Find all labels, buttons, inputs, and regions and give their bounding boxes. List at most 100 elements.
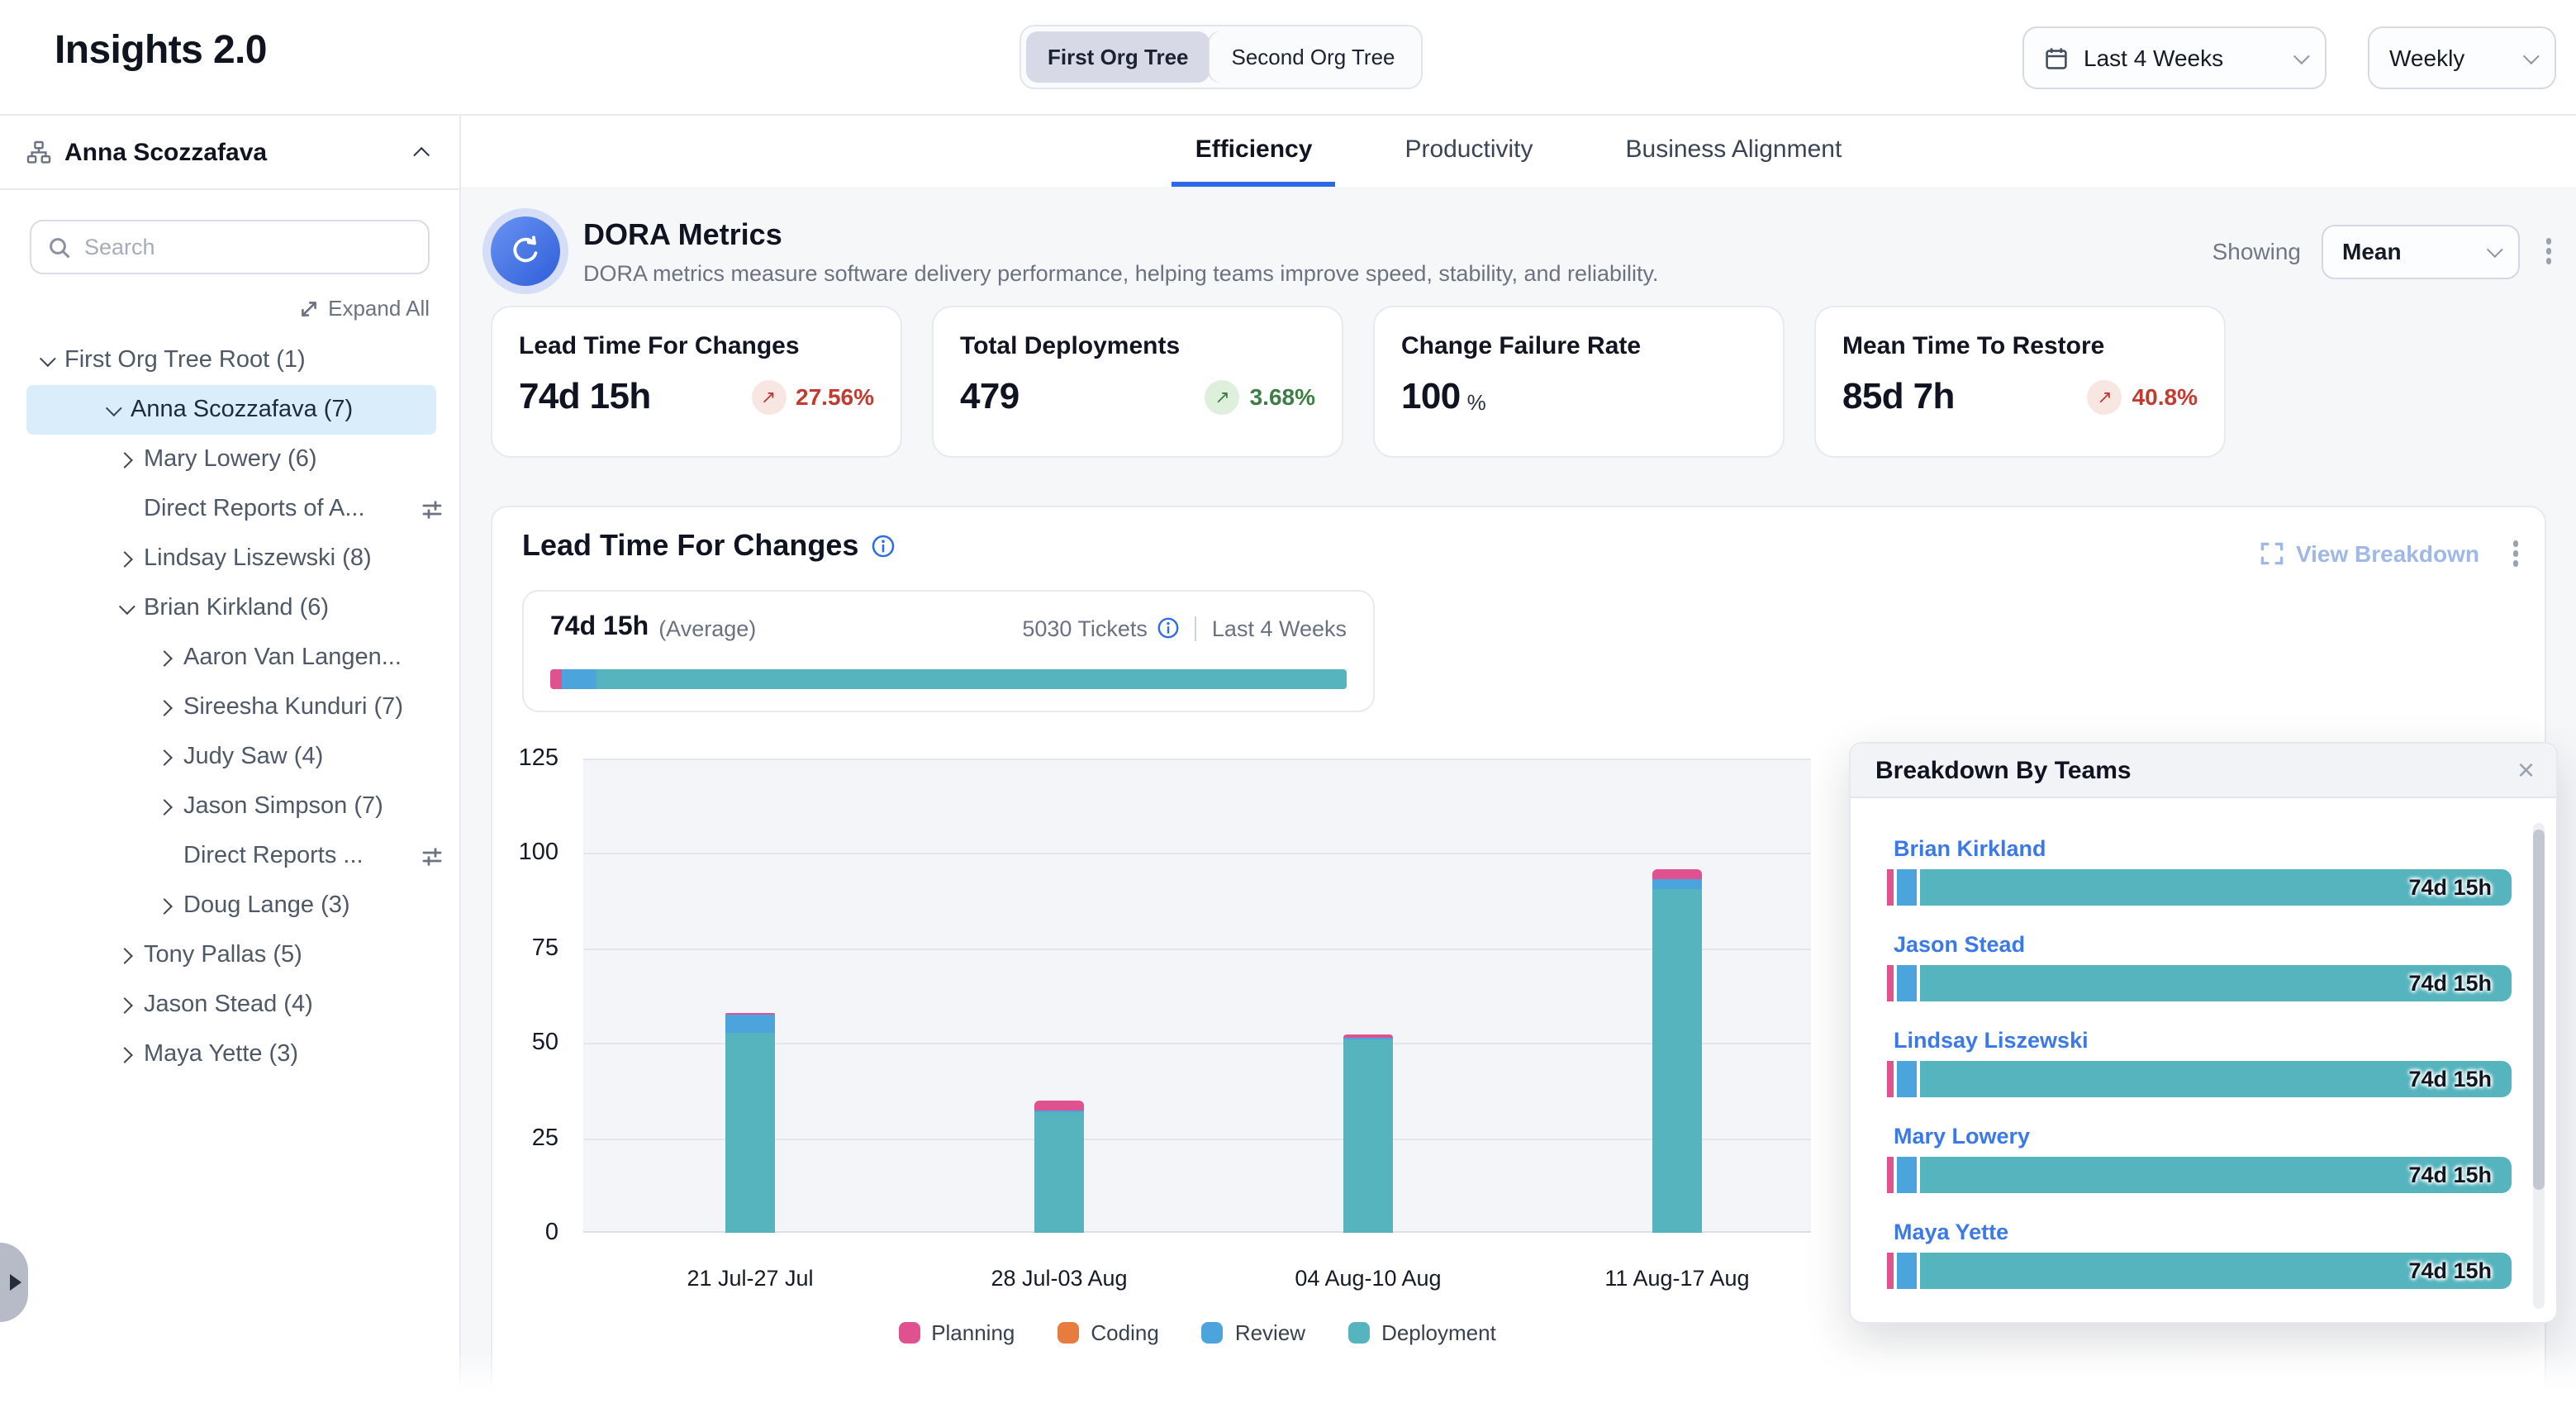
content-area: DORA Metrics DORA metrics measure softwa… xyxy=(461,187,2576,1403)
scrollbar-track[interactable] xyxy=(2533,823,2545,1309)
expand-all-button[interactable]: Expand All xyxy=(0,296,430,321)
tree-item[interactable]: Tony Pallas (5) xyxy=(0,930,459,980)
tree-item[interactable]: Aaron Van Langen... xyxy=(0,633,459,682)
section-description: DORA metrics measure software delivery p… xyxy=(583,260,1659,285)
chevron-right-icon[interactable] xyxy=(116,451,133,468)
gridline xyxy=(583,854,1811,855)
panel-menu-button[interactable] xyxy=(2506,534,2525,573)
metric-value-suffix: % xyxy=(1467,390,1486,418)
breakdown-team-row: Lindsay Liszewski 74d 15h xyxy=(1887,1026,2556,1097)
expand-all-label: Expand All xyxy=(328,296,430,321)
tree-item[interactable]: Sireesha Kunduri (7) xyxy=(0,682,459,732)
org-chart-icon xyxy=(26,140,51,164)
sidebar-user-name: Anna Scozzafava xyxy=(64,138,405,166)
chevron-right-icon[interactable] xyxy=(116,996,133,1013)
x-tick-label: 21 Jul-27 Jul xyxy=(618,1266,882,1291)
view-breakdown-button[interactable]: View Breakdown xyxy=(2261,540,2479,567)
average-period: Last 4 Weeks xyxy=(1212,616,1347,640)
tree-item[interactable]: Direct Reports of A... xyxy=(0,484,459,534)
tree-item-label: Jason Simpson (7) xyxy=(183,793,383,820)
tab-productivity[interactable]: Productivity xyxy=(1381,116,1556,187)
team-bar-segment-planning xyxy=(1887,965,1894,1001)
chevron-up-icon[interactable] xyxy=(413,146,430,163)
tree-item-label: Sireesha Kunduri (7) xyxy=(183,694,403,721)
chevron-down-icon[interactable] xyxy=(106,399,122,416)
tree-item-label: Anna Scozzafava (7) xyxy=(131,397,353,423)
scrollbar-thumb[interactable] xyxy=(2533,830,2545,1190)
tab-efficiency[interactable]: Efficiency xyxy=(1172,116,1336,187)
date-range-select[interactable]: Last 4 Weeks xyxy=(2022,26,2326,89)
tree-item[interactable]: Doug Lange (3) xyxy=(0,881,459,930)
tree-item[interactable]: First Org Tree Root (1) xyxy=(0,335,459,385)
legend-item-deployment[interactable]: Deployment xyxy=(1348,1320,1496,1345)
legend-item-coding[interactable]: Coding xyxy=(1057,1320,1158,1345)
granularity-select[interactable]: Weekly xyxy=(2368,26,2556,89)
team-name-link[interactable]: Mary Lowery xyxy=(1894,1124,2030,1149)
sliders-icon[interactable] xyxy=(421,845,443,867)
chart-y-axis: 0255075100125 xyxy=(492,759,572,1233)
info-icon[interactable] xyxy=(1157,616,1181,640)
chevron-right-icon[interactable] xyxy=(116,1046,133,1063)
tickets-count: 5030 Tickets xyxy=(1022,616,1148,640)
dora-header: DORA Metrics DORA metrics measure softwa… xyxy=(491,216,2546,286)
close-icon[interactable]: × xyxy=(2517,755,2535,785)
tree-item[interactable]: Jason Stead (4) xyxy=(0,980,459,1030)
org-tree-toggle-option[interactable]: First Org Tree xyxy=(1026,31,1210,83)
team-value: 74d 15h xyxy=(2408,1258,2492,1283)
team-name-link[interactable]: Lindsay Liszewski xyxy=(1894,1028,2089,1053)
y-tick-label: 0 xyxy=(492,1220,558,1246)
bar-segment-review xyxy=(725,1015,775,1033)
metric-value: 85d 7h xyxy=(1842,375,1955,418)
chevron-right-icon[interactable] xyxy=(156,798,173,815)
chart-x-axis: 21 Jul-27 Jul28 Jul-03 Aug04 Aug-10 Aug1… xyxy=(583,1266,1811,1292)
tree-item[interactable]: Judy Saw (4) xyxy=(0,732,459,782)
chevron-right-icon[interactable] xyxy=(156,649,173,666)
bar-segment-deployment xyxy=(1034,1112,1084,1233)
metric-delta: ↗ 40.8% xyxy=(2088,379,2198,414)
team-bar-segment-review xyxy=(1898,1253,1918,1289)
legend-swatch xyxy=(1348,1322,1370,1344)
y-tick-label: 125 xyxy=(492,745,558,772)
tree-item[interactable]: Lindsay Liszewski (8) xyxy=(0,534,459,583)
sidebar-user-header[interactable]: Anna Scozzafava xyxy=(0,116,459,190)
tab-business-alignment[interactable]: Business Alignment xyxy=(1603,116,1865,187)
org-tree: First Org Tree Root (1) Anna Scozzafava (… xyxy=(0,335,459,1079)
chevron-down-icon[interactable] xyxy=(119,597,135,614)
chevron-right-icon[interactable] xyxy=(156,897,173,914)
tree-item[interactable]: Anna Scozzafava (7) xyxy=(26,385,436,435)
metric-card-title: Total Deployments xyxy=(960,332,1315,360)
sliders-icon[interactable] xyxy=(421,498,443,520)
team-bar-segment-planning xyxy=(1887,1157,1894,1193)
org-tree-toggle-option[interactable]: Second Org Tree xyxy=(1210,31,1417,83)
app-title: Insights 2.0 xyxy=(55,28,267,74)
breakdown-team-list: Brian Kirkland 74d 15h Jason Stead 74d 1… xyxy=(1851,798,2556,1289)
search-input[interactable] xyxy=(84,235,411,259)
team-value: 74d 15h xyxy=(2408,1067,2492,1091)
y-tick-label: 75 xyxy=(492,935,558,962)
team-stacked-bar: 74d 15h xyxy=(1887,1253,2512,1289)
team-name-link[interactable]: Maya Yette xyxy=(1894,1220,2008,1244)
sidebar: Anna Scozzafava Expand All First Org Tre… xyxy=(0,116,461,1403)
team-stacked-bar: 74d 15h xyxy=(1887,965,2512,1001)
tree-item[interactable]: Maya Yette (3) xyxy=(0,1030,459,1079)
info-icon[interactable] xyxy=(870,534,895,559)
chevron-right-icon[interactable] xyxy=(156,699,173,716)
dora-menu-button[interactable] xyxy=(2539,232,2558,271)
legend-item-review[interactable]: Review xyxy=(1202,1320,1305,1345)
aggregation-select[interactable]: Mean xyxy=(2321,224,2519,278)
tree-item[interactable]: Jason Simpson (7) xyxy=(0,782,459,831)
team-name-link[interactable]: Brian Kirkland xyxy=(1894,836,2046,861)
tree-item-label: Brian Kirkland (6) xyxy=(144,595,329,621)
team-stacked-bar: 74d 15h xyxy=(1887,1061,2512,1097)
chevron-right-icon[interactable] xyxy=(156,749,173,765)
metric-delta-percent: 3.68% xyxy=(1250,383,1315,410)
chevron-right-icon[interactable] xyxy=(116,947,133,963)
tree-item[interactable]: Brian Kirkland (6) xyxy=(0,583,459,633)
chevron-down-icon[interactable] xyxy=(40,350,56,366)
chevron-right-icon[interactable] xyxy=(116,550,133,567)
legend-item-planning[interactable]: Planning xyxy=(898,1320,1015,1345)
y-tick-label: 100 xyxy=(492,840,558,867)
team-name-link[interactable]: Jason Stead xyxy=(1894,932,2025,957)
tree-item[interactable]: Direct Reports ... xyxy=(0,831,459,881)
tree-item[interactable]: Mary Lowery (6) xyxy=(0,435,459,484)
